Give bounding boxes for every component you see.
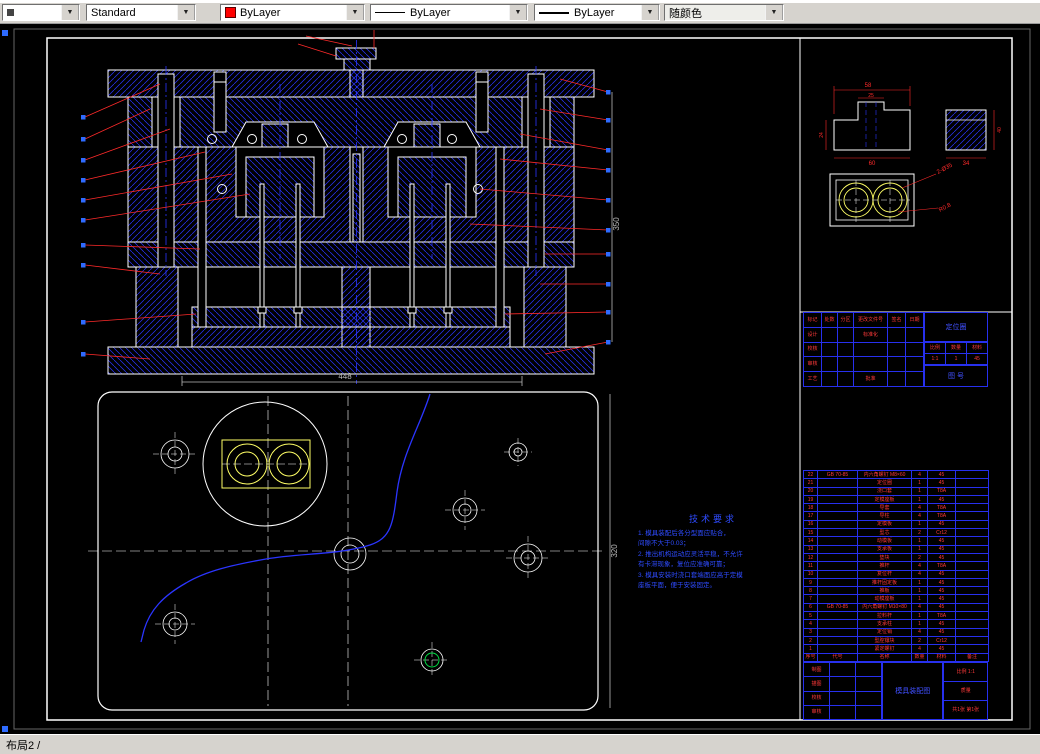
plotstyle-dropdown[interactable]: 随颜色 ▼ [664,4,784,21]
bom-table: 22 GB 70-85 内六角螺钉 M8×60 4 45 21 定位圈 1 45 20 浇口… [803,469,989,663]
title-block-row: 校核 [803,690,882,706]
linetype-value: ByLayer [410,6,451,19]
bom-row: 7 动模座板 1 45 [803,594,989,604]
bom-row: 22 GB 70-85 内六角螺钉 M8×60 4 45 [803,469,989,480]
lineweight-line-icon [539,11,569,14]
title-block-row: 质量 [943,681,988,701]
chevron-down-icon[interactable]: ▼ [765,5,783,20]
dimension-label: 40 [997,127,1003,133]
tech-requirement-line: 座板平面，便于安装固定。 [638,581,716,589]
statusbar: 布局2 / [0,734,1040,754]
layout-tab-label[interactable]: 布局2 / [6,737,40,753]
bom-row: 19 定模座板 1 45 [803,494,989,505]
layer-state-icon [7,9,14,16]
bom-row: 21 定位圈 1 45 [803,478,989,488]
bom-row: 2 型腔镶块 2 Cr12 [803,635,989,646]
color-dropdown[interactable]: ByLayer ▼ [220,4,365,21]
tech-requirement-line: 2. 推出机构运动应灵活平稳，不允许 [638,550,743,558]
part-title-block: 标记 处数 分区 更改文件号 签名 日期 设计 标准化 校核 审核 工艺 批准 定位圈 [803,312,988,387]
bom-row: 3 定位销 4 45 [803,627,989,637]
color-swatch-icon [225,7,236,18]
dimension-label: 350 [612,217,621,231]
bom-row: 11 推杆 4 T8A [803,561,989,571]
layer-dropdown[interactable]: ▼ [2,4,80,21]
part-title-block-right: 定位圈 比例 数量 材料 1:1 1 45 图 号 [924,312,988,387]
properties-toolbar: ▼ Standard ▼ ByLayer ▼ ByLayer ▼ ByLayer… [0,3,1040,24]
title-block-row: 审核 [803,704,882,721]
dimension-label: 24 [819,132,825,138]
drawing-number: 图 号 [924,365,988,387]
parting-line-curve [140,393,431,643]
text-style-value: Standard [91,6,136,19]
color-value: ByLayer [240,6,281,19]
bom-row: 14 动模板 1 45 [803,536,989,546]
part-name: 定位圈 [924,312,988,342]
dimension-label: 25 [868,93,874,99]
bom-row: 4 支承柱 1 45 [803,619,989,629]
text-style-dropdown[interactable]: Standard ▼ [86,4,196,21]
title-block-row: 标记 处数 分区 更改文件号 签名 日期 [803,312,924,328]
drawing-canvas[interactable]: 448 350 320 58 25 24 60 40 34 2-Ø35 R0.8… [0,24,1040,734]
title-block-row: 校核 [803,341,924,358]
title-block-row: 比例 1:1 [943,662,988,682]
linetype-line-icon [375,12,405,13]
drawing-title: 模具装配图 [882,662,944,720]
technical-requirements-title: 技术要求 [688,514,737,524]
bom-row: 18 导套 4 T8A [803,503,989,513]
technical-requirements: 技术要求 1. 模具装配后各分型面应贴合， 间隙不大于0.03； 2. 推出机构运… [638,512,788,591]
part-title-block-left: 标记 处数 分区 更改文件号 签名 日期 设计 标准化 校核 审核 工艺 批准 [803,312,924,387]
tech-requirement-line: 有卡滞现象，复位应准确可靠； [638,561,729,569]
bom-row: 12 垫块 2 45 [803,552,989,563]
chevron-down-icon[interactable]: ▼ [61,5,79,20]
chevron-down-icon[interactable]: ▼ [177,5,195,20]
title-block-row: 审核 [803,356,924,373]
bom-row: 17 导柱 4 T8A [803,511,989,521]
tech-requirement-line: 1. 模具装配后各分型面应贴合， [638,530,730,537]
bom-row: 5 拉料杆 1 T8A [803,611,989,621]
dimension-label: 320 [610,544,619,558]
title-block-row: 工艺 批准 [803,371,924,387]
chevron-down-icon[interactable]: ▼ [346,5,364,20]
chevron-down-icon[interactable]: ▼ [641,5,659,20]
mold-section-view [107,30,595,384]
bom-row: 20 浇口套 1 T8A [803,486,989,496]
technical-requirements-lines: 1. 模具装配后各分型面应贴合， 间隙不大于0.03； 2. 推出机构运动应灵活平… [638,529,788,591]
bom-row: 10 复位杆 4 45 [803,569,989,579]
plotstyle-value: 随颜色 [669,7,702,20]
dimension-label: 58 [865,83,872,89]
dimension-label: 448 [338,372,352,381]
lineweight-value: ByLayer [574,6,615,19]
tech-requirement-line: 间隙不大于0.03； [638,540,690,548]
bom-row: 16 定模板 1 45 [803,519,989,530]
mold-plan-view: 320 [88,391,619,711]
lineweight-dropdown[interactable]: ByLayer ▼ [534,4,660,21]
bom-header-row: 序号 代号 名称 数量 材料 备注 [803,652,989,663]
dimension-label: 2-Ø35 [936,162,954,175]
title-block-row: 设计 标准化 [803,326,924,343]
main-title-block: 制图 描图 校核 审核 模具装配图 比例 1:1 质量 共1张 第1张 [803,661,988,721]
linetype-dropdown[interactable]: ByLayer ▼ [370,4,528,21]
title-block-row: 描图 [803,676,882,692]
bom-row: 8 推板 1 45 [803,586,989,596]
tech-requirement-line: 3. 模具安装时浇口套端面应高于定模 [638,571,743,579]
title-block-row: 共1张 第1张 [943,700,988,720]
bom-row: 13 支承板 1 45 [803,544,989,554]
dimension-label: 34 [963,161,970,167]
bom-row: 9 推杆固定板 1 45 [803,577,989,588]
detail-views: 58 25 24 60 40 34 2-Ø35 R0.8 [819,83,1003,227]
viewport-grips[interactable] [2,30,8,732]
bom-row: 15 型芯 2 Cr12 [803,528,989,538]
bom-row: 6 GB 70-85 内六角螺钉 M10×80 4 45 [803,602,989,613]
bom-row: 1 紧定螺钉 4 45 [803,644,989,654]
title-block-row: 制图 [803,661,882,678]
chevron-down-icon[interactable]: ▼ [509,5,527,20]
dimension-label: 60 [869,161,876,167]
dimension-label: R0.8 [938,202,953,214]
